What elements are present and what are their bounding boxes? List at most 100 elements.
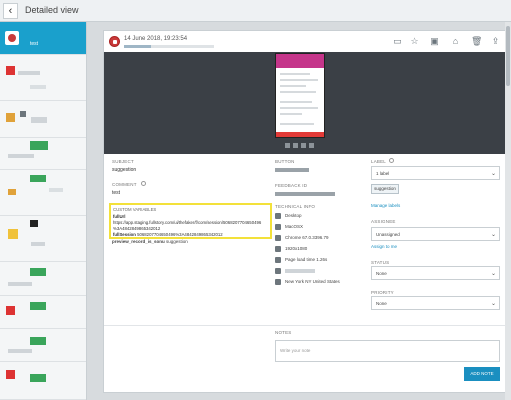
custom-variables-label: CUSTOM VARIABLES — [113, 207, 157, 212]
assignee-select[interactable]: Unassigned ⌄ — [371, 227, 500, 241]
divider — [104, 325, 505, 326]
redacted-text — [31, 242, 45, 246]
tech-device: Desktop — [275, 213, 365, 221]
list-item[interactable] — [0, 138, 86, 170]
scrollbar[interactable] — [505, 22, 511, 400]
redacted-text — [8, 154, 34, 158]
location-icon — [275, 279, 281, 285]
apple-icon — [275, 224, 281, 230]
record-icon — [8, 34, 16, 42]
chevron-down-icon: ⌄ — [490, 271, 496, 277]
thumbnail — [6, 66, 15, 75]
tech-load-time: Page load time 1.26s — [275, 257, 365, 265]
desktop-icon — [275, 213, 281, 219]
session-key: fullSession — [113, 232, 136, 237]
notes-label: NOTES — [275, 330, 292, 335]
comment-value: test — [112, 190, 121, 196]
tech-location: New York NY United States — [275, 279, 365, 287]
tech-os: MacOSX — [275, 224, 365, 232]
phone-screenshot — [275, 53, 325, 138]
share-icon[interactable]: ⌂ — [450, 36, 461, 47]
browser-icon — [275, 235, 281, 241]
assign-to-me-link[interactable]: Assign to me — [371, 244, 397, 249]
label-select[interactable]: 1 label ⌄ — [371, 166, 500, 180]
redacted-text — [30, 85, 46, 89]
thumbnail — [6, 113, 15, 122]
subject-value: suggestion — [112, 167, 137, 173]
trash-icon[interactable]: 🗑 — [471, 36, 482, 47]
extra-key: preview_record_is_sonu — [112, 239, 165, 244]
redacted-text — [31, 117, 47, 123]
list-item[interactable] — [0, 362, 86, 400]
app-window: ‹ Detailed view test 14 June 2018, 19:23… — [0, 0, 511, 400]
custom-variables-box: CUSTOM VARIABLES fullUrl https://app.sta… — [109, 203, 272, 239]
clock-icon — [275, 257, 281, 263]
redacted-text — [18, 71, 40, 75]
page-title: Detailed view — [25, 5, 79, 15]
url-value-cont: %3A4842849865342012 — [113, 226, 161, 231]
info-icon — [141, 181, 146, 186]
record-icon — [109, 36, 120, 47]
chevron-down-icon: ⌄ — [490, 301, 496, 307]
export-icon[interactable]: ⇪ — [490, 36, 501, 47]
ip-icon — [275, 268, 281, 274]
redacted-text — [8, 282, 32, 286]
label-label: LABEL — [371, 159, 387, 164]
extra-value: suggestion — [166, 239, 188, 244]
thumbnail — [6, 306, 15, 315]
tech-resolution: 1920x1080 — [275, 246, 365, 254]
chevron-left-icon: ‹ — [8, 5, 13, 17]
list-item[interactable] — [0, 170, 86, 216]
redacted-text — [275, 168, 309, 172]
list-item[interactable] — [0, 329, 86, 362]
timestamp: 14 June 2018, 19:23:54 — [124, 36, 188, 42]
comment-icon[interactable]: ▭ — [392, 36, 403, 47]
redacted-text — [275, 192, 335, 196]
info-icon — [389, 158, 394, 163]
list-item-active[interactable]: test — [0, 22, 86, 55]
list-item[interactable] — [0, 101, 86, 138]
thumbnail — [8, 189, 16, 195]
label-chip[interactable]: suggestion — [371, 184, 399, 194]
list-item[interactable] — [0, 55, 86, 101]
thumbnail — [6, 370, 15, 379]
chevron-down-icon: ⌄ — [490, 232, 496, 238]
top-bar: ‹ Detailed view — [0, 0, 511, 22]
list-item[interactable] — [0, 296, 86, 329]
thumbnail — [30, 268, 46, 276]
screenshot-preview[interactable] — [104, 52, 505, 154]
comment-label: COMMENT — [112, 182, 137, 187]
tech-browser: Chrome 67.0.3396.79 — [275, 235, 365, 243]
redacted-text — [20, 111, 26, 117]
status-label: STATUS — [371, 260, 390, 265]
preview-controls[interactable] — [285, 143, 315, 148]
detail-panel: 14 June 2018, 19:23:54 ▭ ☆ ▣ ⌂ 🗑 ⇪ SUBJE… — [103, 30, 506, 393]
url-key: fullUrl — [113, 214, 126, 219]
notes-input[interactable]: Write your note — [275, 340, 500, 362]
thumbnail — [30, 220, 38, 227]
thumbnail — [30, 175, 46, 182]
image-icon[interactable]: ▣ — [429, 36, 440, 47]
redacted-text — [8, 349, 32, 353]
timeline-bar — [124, 45, 214, 48]
url-value: https://app.staging.fullstory.com/ui/the… — [113, 220, 262, 225]
list-item[interactable] — [0, 216, 86, 262]
chevron-down-icon: ⌄ — [490, 171, 496, 177]
thumbnail — [30, 374, 46, 382]
subject-label: SUBJECT — [112, 159, 134, 164]
add-note-button[interactable]: ADD NOTE — [464, 367, 500, 381]
thumbnail — [30, 302, 46, 310]
session-value: 5068207704650496%3A4842849865342012 — [137, 232, 223, 237]
manage-labels-link[interactable]: Manage labels — [371, 203, 400, 208]
status-select[interactable]: None ⌄ — [371, 266, 500, 280]
feedback-id-label: FEEDBACK ID — [275, 183, 308, 188]
list-item-label: test — [30, 41, 39, 47]
technical-info-label: TECHNICAL INFO — [275, 204, 316, 209]
list-item[interactable] — [0, 262, 86, 296]
back-button[interactable]: ‹ — [3, 3, 18, 19]
tech-ip — [275, 268, 365, 276]
priority-select[interactable]: None ⌄ — [371, 296, 500, 310]
star-icon[interactable]: ☆ — [409, 36, 420, 47]
feedback-list[interactable]: test — [0, 22, 87, 400]
priority-label: PRIORITY — [371, 290, 394, 295]
